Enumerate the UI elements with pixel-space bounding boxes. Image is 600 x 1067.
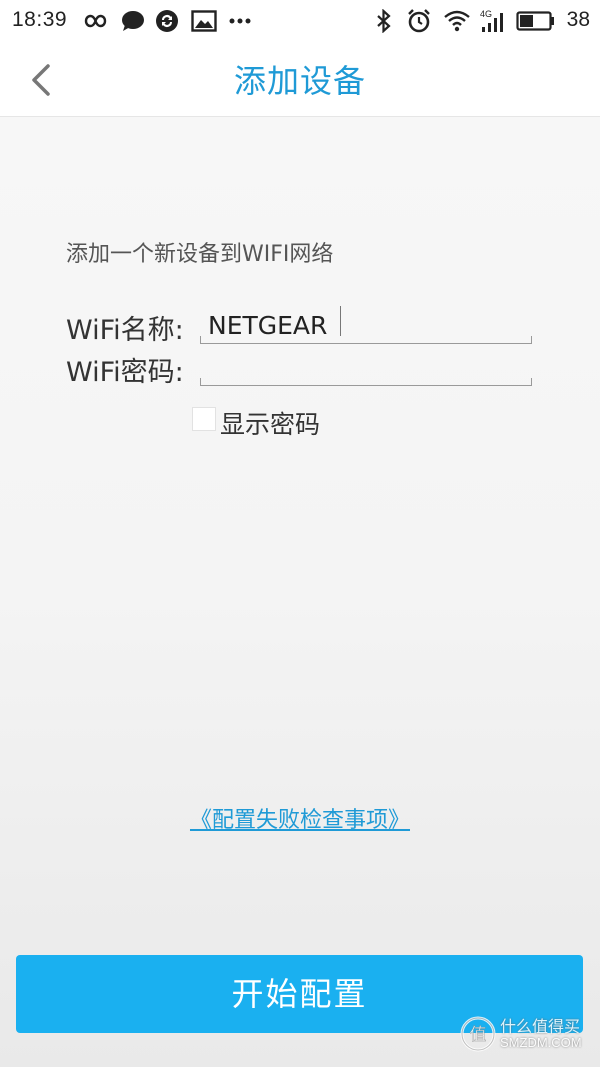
show-password-checkbox[interactable] xyxy=(192,407,216,431)
watermark: 值 什么值得买 SMZDM.COM xyxy=(460,1013,590,1055)
troubleshoot-link[interactable]: 《配置失败检查事项》 xyxy=(0,802,600,834)
more-dots-icon xyxy=(229,18,251,24)
wifi-password-label: WiFi密码: xyxy=(66,357,184,388)
alarm-icon xyxy=(408,9,430,33)
instruction-text: 添加一个新设备到WIFI网络 xyxy=(66,242,334,267)
wifi-name-label: WiFi名称: xyxy=(66,315,184,346)
infinity-icon xyxy=(84,14,107,28)
input-edge-right xyxy=(531,378,532,386)
chat-bubble-icon xyxy=(122,11,144,31)
status-bar: 18:39 4G 38 xyxy=(0,0,600,42)
title-bar: 添加设备 xyxy=(0,42,600,117)
status-time: 18:39 xyxy=(12,8,68,31)
watermark-text: 什么值得买 xyxy=(500,1017,581,1036)
battery-percent: 38 xyxy=(566,8,590,31)
page-title: 添加设备 xyxy=(233,62,366,100)
text-cursor xyxy=(340,306,341,336)
watermark-domain: SMZDM.COM xyxy=(500,1035,582,1050)
input-edge-left xyxy=(200,336,201,344)
wifi-password-input[interactable] xyxy=(200,350,532,386)
bluetooth-icon xyxy=(377,9,391,33)
wifi-icon xyxy=(444,10,470,32)
show-password-label[interactable]: 显示密码 xyxy=(220,405,320,441)
wifi-name-input[interactable] xyxy=(200,308,532,344)
signal-icon xyxy=(482,13,503,32)
sync-icon xyxy=(156,10,178,32)
input-edge-left xyxy=(200,378,201,386)
image-icon xyxy=(191,10,217,32)
watermark-logo-icon: 值 xyxy=(460,1016,496,1052)
battery-icon xyxy=(516,11,554,31)
svg-text:值: 值 xyxy=(470,1025,487,1045)
input-edge-right xyxy=(531,336,532,344)
